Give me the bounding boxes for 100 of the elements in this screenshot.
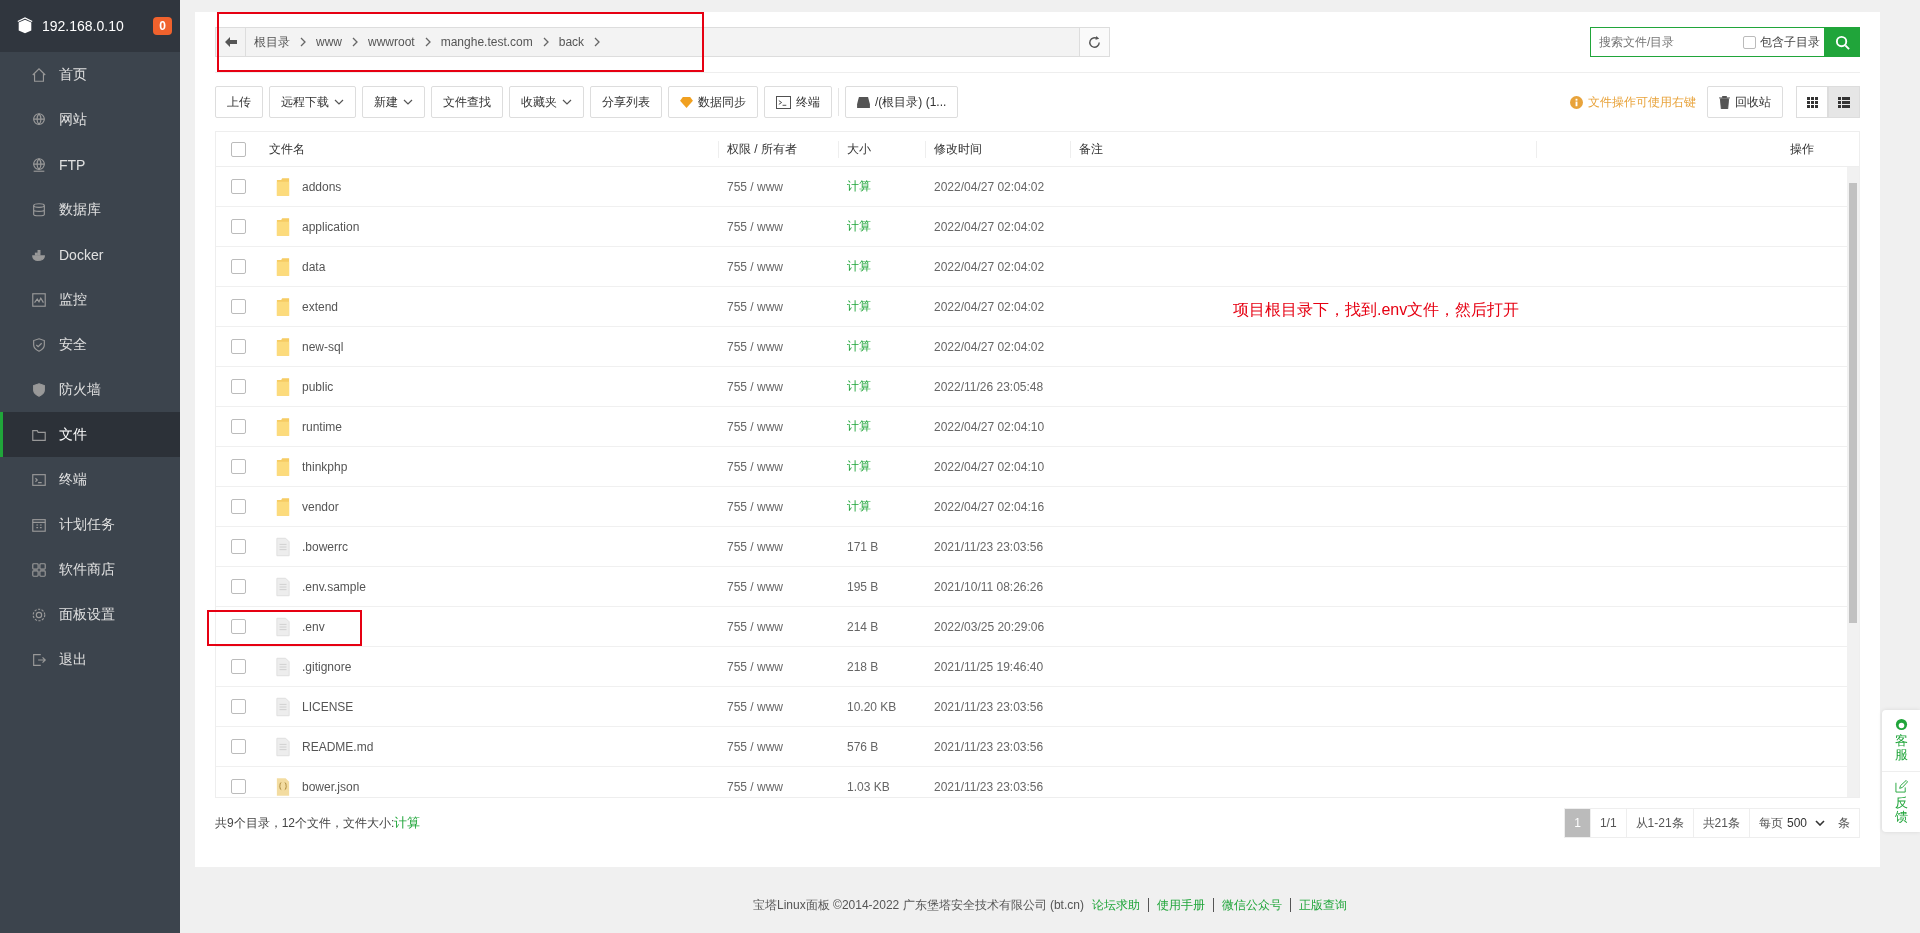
per-page-label: 每页 [1757,815,1784,832]
file-icon [276,536,290,557]
database-icon [31,201,47,218]
row-checkbox[interactable] [231,699,246,714]
toolbar-button[interactable]: 新建 [362,86,425,118]
folder-icon [276,256,290,277]
row-checkbox[interactable] [231,659,246,674]
file-name[interactable]: application [302,219,360,234]
row-checkbox[interactable] [231,219,246,234]
sidebar-item[interactable]: 数据库 [0,187,180,232]
sidebar-item[interactable]: FTP [0,142,180,187]
row-checkbox[interactable] [231,299,246,314]
file-icon [276,696,290,717]
row-checkbox[interactable] [231,779,246,794]
diamond-icon [680,96,693,108]
row-checkbox[interactable] [231,499,246,514]
view-toggle[interactable] [1828,86,1860,118]
toolbar-button[interactable]: 分享列表 [590,86,662,118]
modified-time: 2021/11/23 23:03:56 [933,739,1045,754]
breadcrumb-link[interactable]: www [316,35,342,49]
sidebar-item[interactable]: 软件商店 [0,547,180,592]
permission-text: 755 / www [726,379,785,394]
file-name[interactable]: .env [302,619,325,634]
refresh-icon [1087,34,1102,50]
toolbar-button[interactable]: 上传 [215,86,263,118]
permission-text: 755 / www [726,619,785,634]
file-name[interactable]: runtime [302,419,342,434]
sidebar-item[interactable]: 网站 [0,97,180,142]
row-checkbox[interactable] [231,379,246,394]
breadcrumb-link[interactable]: back [558,35,585,49]
chevron-icon [542,37,549,47]
breadcrumb-link[interactable]: 根目录 [254,33,290,51]
recycle-bin-button[interactable]: 回收站 [1707,86,1783,118]
sidebar-item[interactable]: 防火墙 [0,367,180,412]
row-checkbox[interactable] [231,459,246,474]
file-name[interactable]: bower.json [302,779,360,794]
per-page-select[interactable]: 500 [1786,816,1829,830]
file-icon [276,576,290,597]
row-checkbox[interactable] [231,179,246,194]
row-checkbox[interactable] [231,539,246,554]
row-checkbox[interactable] [231,739,246,754]
caret-icon [562,99,572,105]
shield-icon [31,336,47,353]
sidebar-item[interactable]: 退出 [0,637,180,682]
row-checkbox[interactable] [231,339,246,354]
breadcrumb-link[interactable]: manghe.test.com [440,35,533,49]
sidebar-item[interactable]: 计划任务 [0,502,180,547]
file-name[interactable]: LICENSE [302,699,354,714]
file-name[interactable]: thinkphp [302,459,348,474]
sidebar-item[interactable]: 监控 [0,277,180,322]
modified-time: 2022/04/27 02:04:10 [933,419,1046,434]
toolbar-button[interactable]: 数据同步 [668,86,758,118]
file-size: 171 B [846,539,880,554]
sidebar-item[interactable]: Docker [0,232,180,277]
toolbar-button[interactable]: /(根目录) (1... [845,86,959,118]
file-name[interactable]: extend [302,299,339,314]
modified-time: 2022/04/27 02:04:02 [933,219,1046,234]
file-name[interactable]: .bowerrc [302,539,348,554]
row-checkbox[interactable] [231,619,246,634]
modified-time: 2022/04/27 02:04:02 [933,179,1046,194]
folder-icon [276,376,290,397]
file-name[interactable]: public [302,379,334,394]
sidebar-item[interactable]: 终端 [0,457,180,502]
terminal-icon [31,471,47,488]
file-size: 214 B [846,619,880,634]
view-toggle[interactable] [1796,86,1828,118]
row-checkbox[interactable] [231,419,246,434]
sidebar-item[interactable]: 安全 [0,322,180,367]
permission-text: 755 / www [726,219,785,234]
checkbox[interactable] [1743,35,1756,49]
sidebar-item[interactable]: 文件 [0,412,180,457]
modified-time: 2022/04/27 02:04:10 [933,459,1046,474]
modified-time: 2021/11/23 23:03:56 [933,539,1045,554]
grid-icon [1806,96,1818,108]
file-name[interactable]: README.md [302,739,374,754]
sidebar-item[interactable]: 面板设置 [0,592,180,637]
toolbar-button[interactable]: 收藏夹 [509,86,584,118]
folder-icon [276,176,290,197]
file-name[interactable]: addons [302,179,342,194]
file-name[interactable]: new-sql [302,339,344,354]
file-name[interactable]: vendor [302,499,339,514]
search-button[interactable] [1824,27,1860,57]
sidebar-item[interactable]: 首页 [0,52,180,97]
permission-text: 755 / www [726,419,785,434]
scrollbar[interactable] [1847,167,1859,797]
toolbar-button[interactable]: 文件查找 [431,86,503,118]
file-name[interactable]: .env.sample [302,579,366,594]
breadcrumb-link[interactable]: wwwroot [368,35,415,49]
modified-time: 2021/11/25 19:46:40 [933,659,1045,674]
file-name[interactable]: data [302,259,326,274]
refresh-button[interactable] [1079,28,1109,56]
caret-icon [403,99,413,105]
toolbar-button[interactable]: 远程下载 [269,86,356,118]
search-field[interactable]: 搜索文件/目录 包含子目录 [1590,27,1860,57]
row-checkbox[interactable] [231,259,246,274]
select-all-checkbox[interactable] [231,141,246,157]
file-name[interactable]: .gitignore [302,659,352,674]
row-checkbox[interactable] [231,579,246,594]
toolbar-button[interactable]: 终端 [764,86,832,118]
modified-time: 2021/10/11 08:26:26 [933,579,1045,594]
